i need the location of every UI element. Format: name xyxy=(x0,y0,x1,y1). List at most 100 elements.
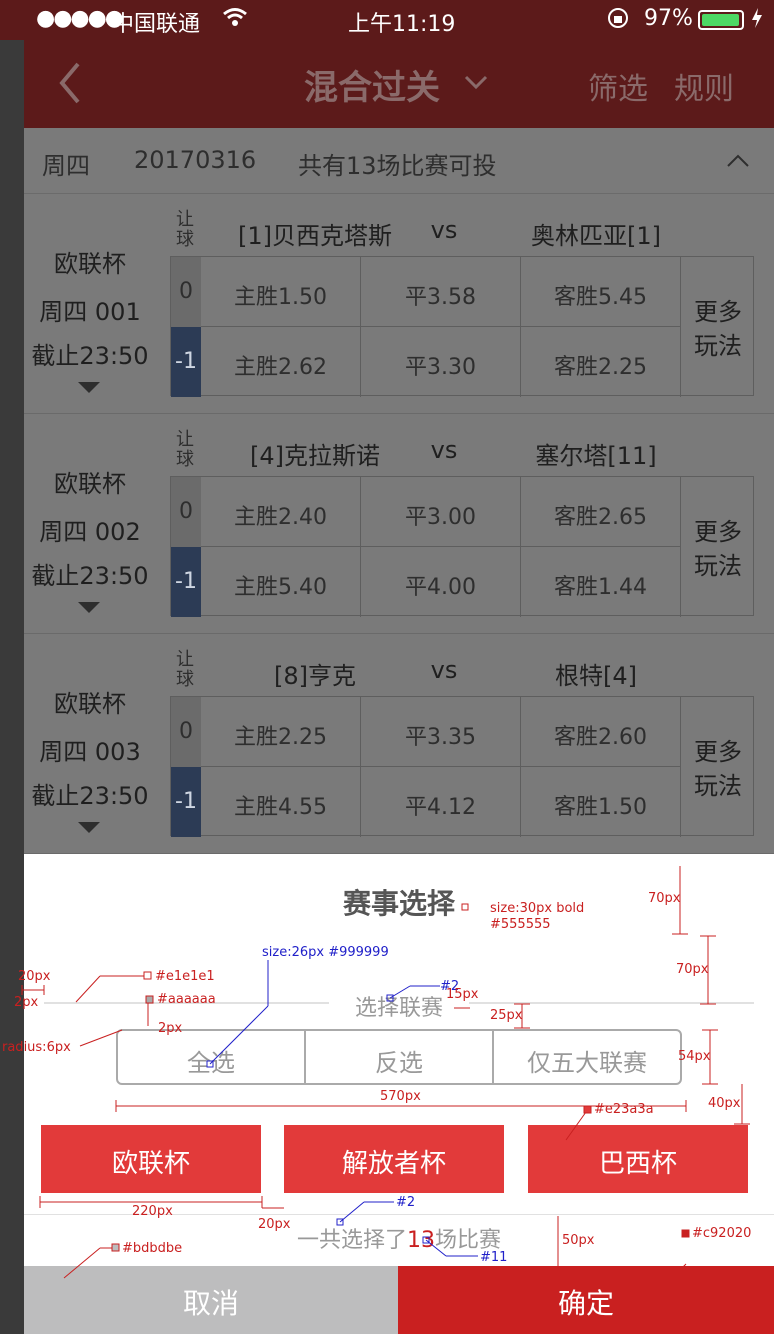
expand-arrow-icon[interactable] xyxy=(78,602,100,613)
odds-home-win[interactable]: 主胜2.25 xyxy=(201,697,361,767)
match-deadline: 截止23:50 xyxy=(31,342,149,370)
handicap-zero: 0 xyxy=(171,477,201,547)
phone-frame: ●●●●● 中国联通 上午11:19 97% 混合过关 筛选 规则 周四 201… xyxy=(0,0,774,1334)
annotation-gap: 20px xyxy=(258,1217,291,1232)
more-options-button[interactable]: 更多玩法 xyxy=(683,697,753,837)
odds-home-win-handicap[interactable]: 主胜5.40 xyxy=(201,547,361,617)
annotation-width: 20px xyxy=(18,969,51,984)
odds-draw[interactable]: 平3.00 xyxy=(361,477,521,547)
annotation-gap: 25px xyxy=(490,1008,523,1023)
odds-home-win-handicap[interactable]: 主胜2.62 xyxy=(201,327,361,397)
signal-dots: ●●●●● xyxy=(36,6,124,31)
home-team: [8]亨克 xyxy=(274,662,356,690)
annotation-width: 220px xyxy=(132,1204,173,1219)
handicap-minus: -1 xyxy=(171,547,201,617)
annotation-ref: #2 xyxy=(396,1195,416,1210)
annotation-divider-color: #e1e1e1 xyxy=(155,969,215,984)
annotation-border-color: #aaaaaa xyxy=(157,992,216,1007)
carrier-label: 中国联通 xyxy=(112,12,201,37)
odds-home-win[interactable]: 主胜2.40 xyxy=(201,477,361,547)
chevron-down-icon[interactable] xyxy=(464,74,488,90)
annotation-divider-height: 2px xyxy=(14,995,39,1010)
vs-label: vs xyxy=(430,436,458,464)
clock: 上午11:19 xyxy=(348,12,456,37)
top-five-leagues-button[interactable]: 仅五大联赛 xyxy=(494,1031,680,1083)
annotation-height: 50px xyxy=(562,1233,595,1248)
odds-draw-handicap[interactable]: 平4.12 xyxy=(361,767,521,837)
date-header[interactable]: 周四 20170316 共有13场比赛可投 xyxy=(24,128,774,194)
summary-count: 13 xyxy=(407,1228,435,1253)
odds-away-win-handicap[interactable]: 客胜1.44 xyxy=(521,547,681,617)
match-number: 周四 003 xyxy=(39,738,141,766)
annotation-cancel-color: #bdbdbe xyxy=(122,1241,183,1256)
annotation-title-color: #555555 xyxy=(490,917,551,932)
league-name: 欧联杯 xyxy=(54,470,126,498)
league-name: 欧联杯 xyxy=(54,690,126,718)
annotation-radius: radius:6px xyxy=(2,1040,71,1055)
filter-button[interactable]: 筛选 xyxy=(588,64,648,108)
league-chip-libertadores[interactable]: 解放者杯 xyxy=(284,1125,504,1193)
annotation-ref: #11 xyxy=(480,1250,508,1265)
page-title[interactable]: 混合过关 xyxy=(304,60,440,109)
annotation-height: 70px xyxy=(648,891,681,906)
match-row: 欧联杯 周四 002 截止23:50 让球 [4]克拉斯诺 vs 塞尔塔[11]… xyxy=(24,414,774,634)
handicap-label: 让球 xyxy=(176,649,194,690)
home-team: [4]克拉斯诺 xyxy=(250,442,380,470)
odds-grid: 0 -1 主胜2.25 平3.35 客胜2.60 主胜4.55 平4.12 客胜… xyxy=(170,696,754,837)
away-team: 根特[4] xyxy=(555,662,637,690)
rules-button[interactable]: 规则 xyxy=(674,64,734,108)
handicap-minus: -1 xyxy=(171,767,201,837)
league-chip-europa[interactable]: 欧联杯 xyxy=(41,1125,261,1193)
league-name: 欧联杯 xyxy=(54,250,126,278)
handicap-zero: 0 xyxy=(171,697,201,767)
annotation-gap: 40px xyxy=(708,1096,741,1111)
odds-away-win-handicap[interactable]: 客胜1.50 xyxy=(521,767,681,837)
annotation-width: 570px xyxy=(380,1089,421,1104)
odds-draw-handicap[interactable]: 平3.30 xyxy=(361,327,521,397)
select-all-button[interactable]: 全选 xyxy=(118,1031,306,1083)
summary-prefix: 一共选择了 xyxy=(296,1228,407,1253)
cancel-button[interactable]: 取消 xyxy=(24,1266,398,1334)
handicap-label: 让球 xyxy=(176,429,194,470)
chevron-up-icon[interactable] xyxy=(726,154,750,168)
odds-away-win[interactable]: 客胜2.60 xyxy=(521,697,681,767)
odds-grid: 0 -1 主胜2.40 平3.00 客胜2.65 主胜5.40 平4.00 客胜… xyxy=(170,476,754,617)
odds-away-win[interactable]: 客胜5.45 xyxy=(521,257,681,327)
odds-away-win[interactable]: 客胜2.65 xyxy=(521,477,681,547)
annotation-confirm-color: #c92020 xyxy=(692,1226,752,1241)
odds-home-win-handicap[interactable]: 主胜4.55 xyxy=(201,767,361,837)
handicap-zero: 0 xyxy=(171,257,201,327)
annotation-label-size: size:26px #999999 xyxy=(262,945,389,960)
selection-segmented-control: 全选 反选 仅五大联赛 xyxy=(116,1029,682,1085)
home-team: [1]贝西克塔斯 xyxy=(238,222,392,250)
odds-grid: 0 -1 主胜1.50 平3.58 客胜5.45 主胜2.62 平3.30 客胜… xyxy=(170,256,754,397)
handicap-label: 让球 xyxy=(176,209,194,250)
more-options-button[interactable]: 更多玩法 xyxy=(683,477,753,617)
odds-draw[interactable]: 平3.58 xyxy=(361,257,521,327)
rotation-lock-icon xyxy=(606,6,630,36)
expand-arrow-icon[interactable] xyxy=(78,822,100,833)
match-count-text: 共有13场比赛可投 xyxy=(298,152,497,180)
annotation-border-width: 2px xyxy=(158,1021,183,1036)
app-screen: 混合过关 筛选 规则 周四 20170316 共有13场比赛可投 欧联杯 周四 … xyxy=(24,0,774,1334)
back-icon[interactable] xyxy=(54,58,86,108)
invert-selection-button[interactable]: 反选 xyxy=(306,1031,494,1083)
vs-label: vs xyxy=(430,656,458,684)
annotation-height: 54px xyxy=(678,1049,711,1064)
odds-home-win[interactable]: 主胜1.50 xyxy=(201,257,361,327)
match-row: 欧联杯 周四 001 截止23:50 让球 [1]贝西克塔斯 vs 奥林匹亚[1… xyxy=(24,194,774,414)
match-row: 欧联杯 周四 003 截止23:50 让球 [8]亨克 vs 根特[4] 0 -… xyxy=(24,634,774,854)
annotation-button-color: #e23a3a xyxy=(594,1102,654,1117)
date-value: 20170316 xyxy=(134,146,257,174)
more-options-button[interactable]: 更多玩法 xyxy=(683,257,753,397)
match-number: 周四 001 xyxy=(39,298,141,326)
odds-draw-handicap[interactable]: 平4.00 xyxy=(361,547,521,617)
expand-arrow-icon[interactable] xyxy=(78,382,100,393)
league-chip-brazil-cup[interactable]: 巴西杯 xyxy=(528,1125,748,1193)
match-deadline: 截止23:50 xyxy=(31,782,149,810)
odds-away-win-handicap[interactable]: 客胜2.25 xyxy=(521,327,681,397)
confirm-button[interactable]: 确定 xyxy=(398,1266,774,1334)
vs-label: vs xyxy=(430,216,458,244)
odds-draw[interactable]: 平3.35 xyxy=(361,697,521,767)
annotation-height: 70px xyxy=(676,962,709,977)
